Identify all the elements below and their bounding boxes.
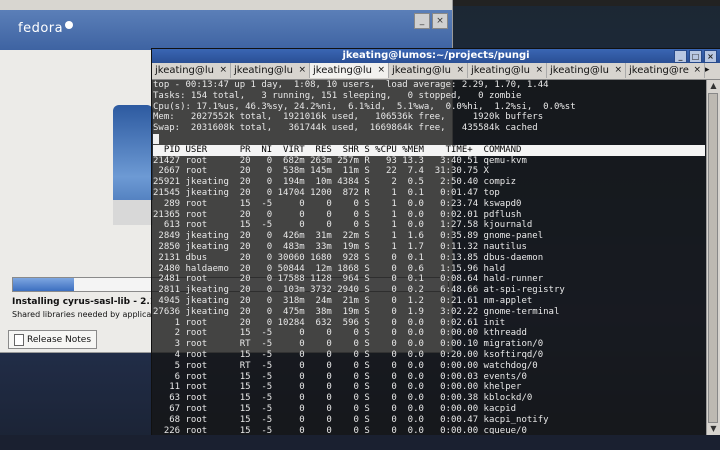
terminal-window-controls: _ □ × xyxy=(674,50,717,63)
process-row: 289 root 15 -5 0 0 0 S 1 0.0 0:23.74 ksw… xyxy=(153,198,522,209)
process-row: 2850 jkeating 20 0 483m 33m 19m S 1 1.7 … xyxy=(153,241,527,252)
top-summary-line: Cpu(s): 17.1%us, 46.3%sy, 24.2%ni, 6.1%i… xyxy=(153,101,576,112)
terminal-scrollbar[interactable]: ▲ ▼ xyxy=(706,80,720,435)
terminal-tab[interactable]: jkeating@lu × xyxy=(547,63,626,78)
release-notes-label: Release Notes xyxy=(27,334,92,345)
terminal-tab-bar: jkeating@lu × jkeating@lu × jkeating@lu × jkea… xyxy=(152,63,720,80)
process-row: 5 root RT -5 0 0 0 S 0 0.0 0:00.00 watch… xyxy=(153,360,538,371)
process-row: 63 root 15 -5 0 0 0 S 0 0.0 0:00.38 kblo… xyxy=(153,393,533,404)
process-table-header: PID USER PR NI VIRT RES SHR S %CPU %MEM … xyxy=(153,144,705,156)
tab-close-icon[interactable]: × xyxy=(535,63,543,78)
process-row: 2849 jkeating 20 0 426m 31m 22m S 1 1.6 … xyxy=(153,231,544,242)
tab-scroll-right-icon[interactable]: ▸ xyxy=(705,63,715,78)
terminal-tab-label: jkeating@lu xyxy=(392,65,451,76)
process-row: 4 root 15 -5 0 0 0 S 0 0.0 0:20.00 ksoft… xyxy=(153,349,544,360)
tab-close-icon[interactable]: × xyxy=(614,63,622,78)
close-icon[interactable]: × xyxy=(704,50,717,63)
process-row: 613 root 15 -5 0 0 0 S 1 0.0 1:27.58 kjo… xyxy=(153,220,533,231)
tab-close-icon[interactable]: × xyxy=(693,63,701,78)
installing-package-title: Installing cyrus-sasl-lib - 2.1.22- xyxy=(12,297,152,307)
installing-package-description: Shared libraries needed by application xyxy=(12,310,152,319)
terminal-tab[interactable]: jkeating@lu × xyxy=(152,63,231,78)
minimize-icon[interactable]: _ xyxy=(414,13,430,29)
process-row: 2481 root 20 0 17588 1128 964 S 0 0.1 0:… xyxy=(153,274,544,285)
process-row: 2131 dbus 20 0 30060 1680 928 S 0 0.1 0:… xyxy=(153,252,544,263)
tab-close-icon[interactable]: × xyxy=(219,63,227,78)
process-row: 3 root RT -5 0 0 0 S 0 0.0 0:00.10 migra… xyxy=(153,339,544,350)
process-row: 21365 root 20 0 0 0 0 S 1 0.0 0:02.01 pd… xyxy=(153,209,522,220)
fedora-logo: fedora xyxy=(18,21,74,36)
process-row: 68 root 15 -5 0 0 0 S 0 0.0 0:00.47 kacp… xyxy=(153,414,549,425)
terminal-tab[interactable]: jkeating@lu × xyxy=(310,63,389,78)
scrollbar-thumb[interactable] xyxy=(708,93,718,423)
process-row: 11 root 15 -5 0 0 0 S 0 0.0 0:00.00 khel… xyxy=(153,382,522,393)
fedora-logo-text: fedora xyxy=(18,21,64,36)
process-row: 1 root 20 0 10284 632 596 S 0 0.0 0:02.6… xyxy=(153,317,506,328)
process-row: 4945 jkeating 20 0 318m 24m 21m S 0 1.2 … xyxy=(153,295,533,306)
terminal-titlebar[interactable]: jkeating@lumos:~/projects/pungi _ □ × xyxy=(152,49,720,63)
process-row: 6 root 15 -5 0 0 0 S 0 0.0 0:00.03 event… xyxy=(153,371,527,382)
installer-artwork-base xyxy=(113,200,153,225)
install-progress-fill xyxy=(13,278,74,291)
process-row: 67 root 15 -5 0 0 0 S 0 0.0 0:00.00 kacp… xyxy=(153,403,517,414)
top-summary-line: Swap: 2031608k total, 361744k used, 1669… xyxy=(153,123,538,134)
terminal-cursor xyxy=(153,133,159,144)
terminal-tab-label: jkeating@lu xyxy=(155,65,214,76)
minimize-icon[interactable]: _ xyxy=(674,50,687,63)
scroll-up-arrow-icon[interactable]: ▲ xyxy=(707,80,720,92)
close-icon[interactable]: × xyxy=(432,13,448,29)
process-row: 226 root 15 -5 0 0 0 S 0 0.0 0:00.00 cqu… xyxy=(153,425,527,435)
process-row: 2 root 15 -5 0 0 0 S 0 0.0 0:00.00 kthre… xyxy=(153,328,527,339)
process-row: 2480 haldaemo 20 0 50844 12m 1868 S 0 0.… xyxy=(153,263,506,274)
desktop-top-bar xyxy=(452,0,720,6)
terminal-title: jkeating@lumos:~/projects/pungi xyxy=(342,50,530,61)
process-row: 21545 jkeating 20 0 14704 1200 872 R 1 0… xyxy=(153,187,500,198)
terminal-tab[interactable]: jkeating@re × xyxy=(626,63,705,78)
maximize-icon[interactable]: □ xyxy=(689,50,702,63)
fedora-infinity-icon xyxy=(65,21,74,29)
release-notes-button[interactable]: Release Notes xyxy=(8,330,98,349)
tab-close-icon[interactable]: × xyxy=(456,63,464,78)
installer-top-strip xyxy=(0,0,452,10)
terminal-tab-label: jkeating@lu xyxy=(550,65,609,76)
installer-window-controls: _ × xyxy=(414,13,448,29)
process-row: 2811 jkeating 20 0 103m 3732 2940 S 0 0.… xyxy=(153,285,565,296)
terminal-window: jkeating@lumos:~/projects/pungi _ □ × jk… xyxy=(151,48,720,437)
tab-close-icon[interactable]: × xyxy=(298,63,306,78)
terminal-output[interactable]: top - 00:13:47 up 1 day, 1:08, 10 users,… xyxy=(153,80,705,434)
terminal-tab[interactable]: jkeating@lu × xyxy=(468,63,547,78)
top-summary-line: Mem: 2027552k total, 1921016k used, 1065… xyxy=(153,112,544,123)
terminal-tab-label: jkeating@lu xyxy=(471,65,530,76)
scroll-down-arrow-icon[interactable]: ▼ xyxy=(707,423,720,435)
terminal-tab[interactable]: jkeating@lu × xyxy=(231,63,310,78)
desktop-bottom-strip xyxy=(0,435,720,450)
terminal-tab-label: jkeating@re xyxy=(629,65,689,76)
document-icon xyxy=(14,333,24,346)
process-row: 2667 root 20 0 538m 145m 11m S 22 7.4 31… xyxy=(153,166,489,177)
top-summary-line: Tasks: 154 total, 3 running, 151 sleepin… xyxy=(153,90,522,101)
terminal-tab[interactable]: jkeating@lu × xyxy=(389,63,468,78)
process-row: 27636 jkeating 20 0 475m 38m 19m S 0 1.9… xyxy=(153,306,560,317)
terminal-tab-label: jkeating@lu xyxy=(313,65,372,76)
top-summary-line: top - 00:13:47 up 1 day, 1:08, 10 users,… xyxy=(153,80,549,90)
process-row: 21427 root 20 0 682m 263m 257m R 93 13.3… xyxy=(153,155,527,166)
tab-close-icon[interactable]: × xyxy=(377,63,385,78)
prompt-line xyxy=(153,133,705,145)
terminal-tab-label: jkeating@lu xyxy=(234,65,293,76)
process-row: 25921 jkeating 20 0 194m 10m 4384 S 2 0.… xyxy=(153,177,517,188)
